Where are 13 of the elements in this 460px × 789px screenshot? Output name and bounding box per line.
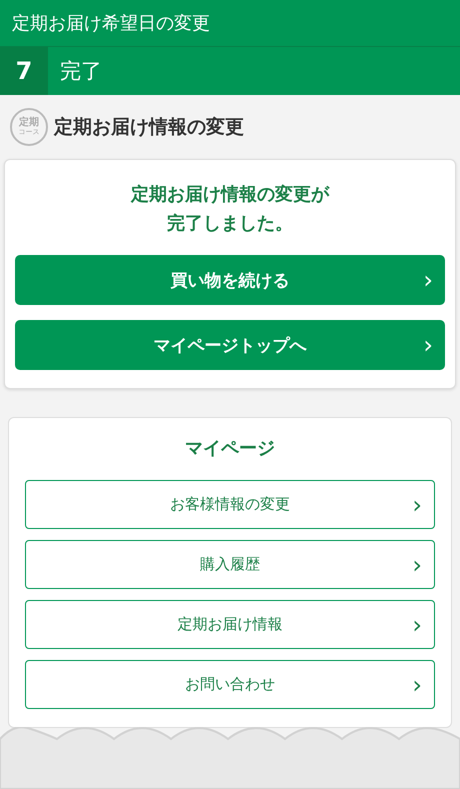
action-button[interactable]: 買い物を続ける ›	[15, 255, 445, 305]
section-title: 定期お届け情報の変更	[54, 115, 244, 140]
mypage-title: マイページ	[184, 437, 276, 460]
completion-message: 定期お届け情報の変更が 完了しました。	[130, 183, 331, 236]
menu-link[interactable]: 定期お届け情報 ›	[25, 600, 435, 649]
step-label: 完了	[59, 58, 102, 85]
action-button[interactable]: マイページトップへ ›	[15, 320, 445, 370]
step-number: 7	[0, 47, 48, 95]
badge-text: 定期	[19, 118, 39, 128]
menu-link[interactable]: 購入履歴 ›	[25, 540, 435, 589]
header-title: 定期お届け希望日の変更	[12, 12, 210, 35]
menu-link[interactable]: お客様情報の変更 ›	[25, 480, 435, 529]
menu-link[interactable]: お問い合わせ ›	[25, 660, 435, 709]
